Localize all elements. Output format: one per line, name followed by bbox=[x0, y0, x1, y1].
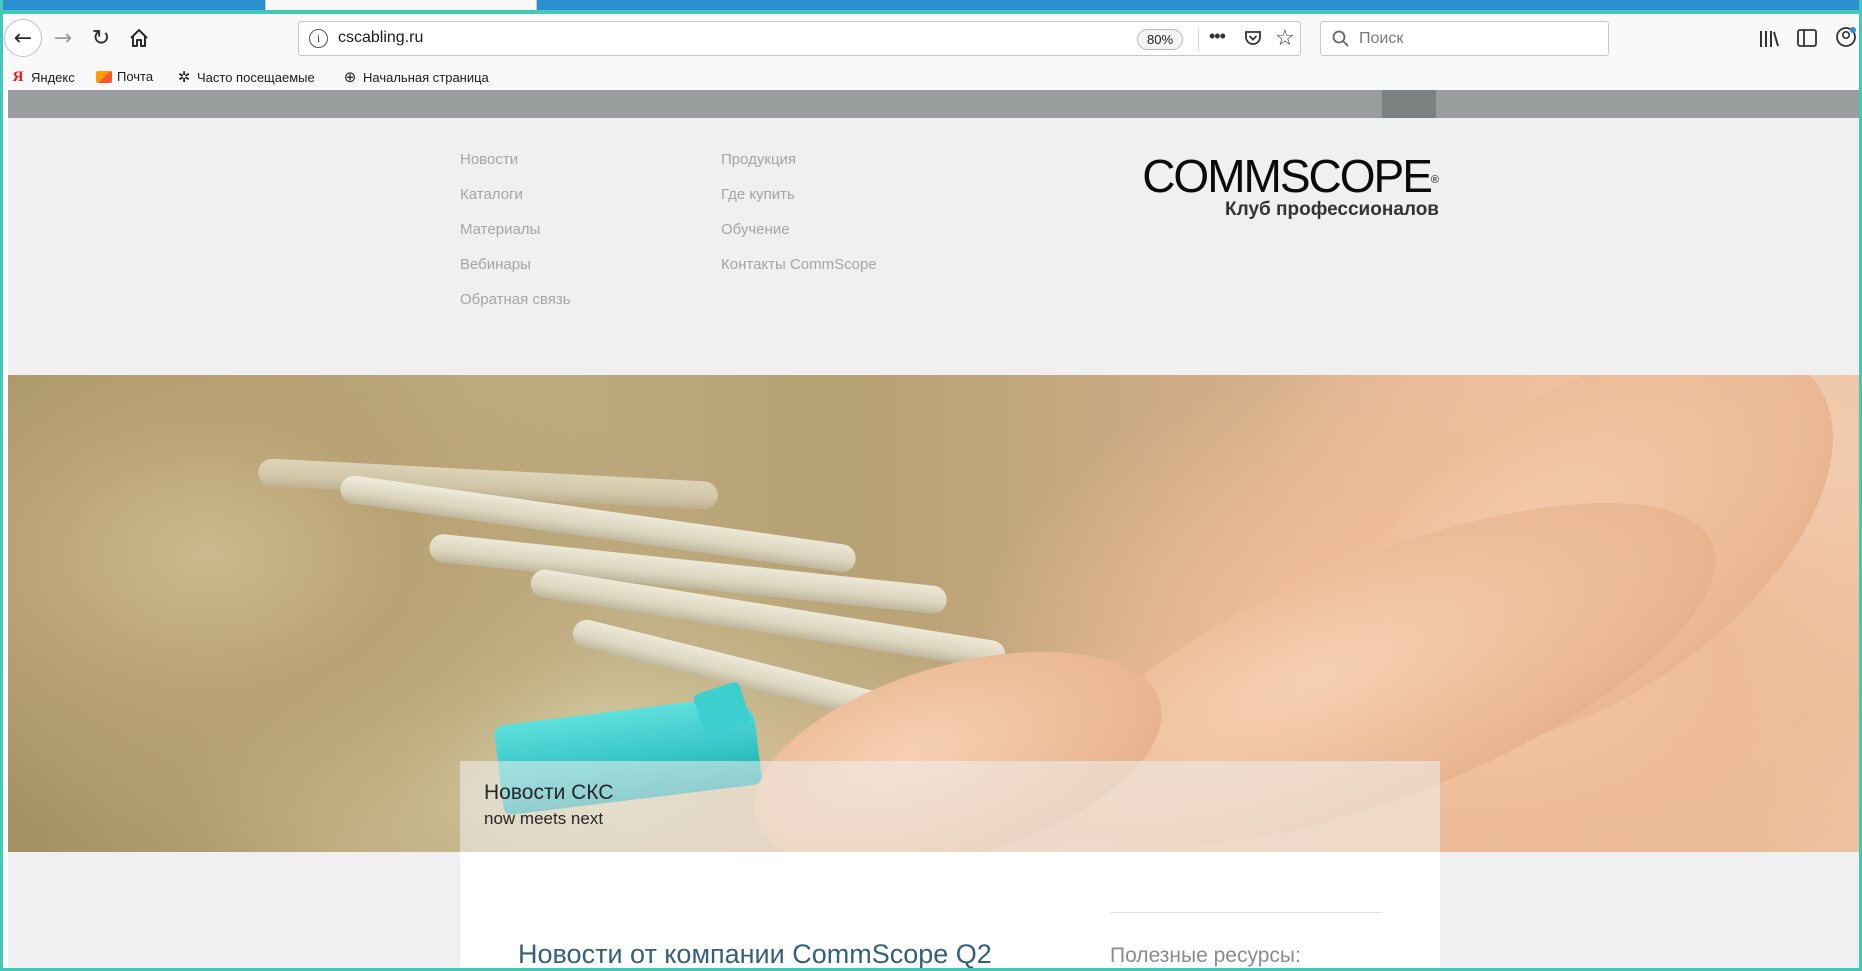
resources-heading: Полезные ресурсы: bbox=[1110, 944, 1301, 967]
home-icon bbox=[130, 29, 148, 47]
bookmarks-bar: Я Яндекс Почта ✲ Часто посещаемые ⊕ Начальн… bbox=[0, 66, 1862, 90]
site-nav-column-2: Продукция Где купить Обучение Контакты C… bbox=[721, 142, 877, 282]
zoom-level-badge[interactable]: 80% bbox=[1137, 29, 1183, 50]
registered-mark: ® bbox=[1430, 174, 1439, 186]
hero-title: Новости СКС bbox=[484, 781, 614, 804]
library-icon[interactable] bbox=[1758, 29, 1780, 49]
nav-link-feedback[interactable]: Обратная связь bbox=[460, 282, 571, 317]
yandex-icon: Я bbox=[12, 69, 24, 85]
nav-link-webinars[interactable]: Вебинары bbox=[460, 247, 571, 282]
nav-link-catalogs[interactable]: Каталоги bbox=[460, 177, 571, 212]
nav-link-news[interactable]: Новости bbox=[460, 142, 571, 177]
bookmark-frequent[interactable]: ✲ Часто посещаемые bbox=[176, 69, 315, 85]
news-heading[interactable]: Новости от компании CommScope Q2 bbox=[518, 939, 992, 970]
logo-wordmark-text: COMMSCOPE bbox=[1142, 150, 1433, 202]
search-bar[interactable]: Поиск bbox=[1320, 21, 1609, 56]
bookmark-yandex[interactable]: Я Яндекс bbox=[10, 69, 75, 85]
bookmark-label: Яндекс bbox=[31, 69, 75, 85]
arrow-left-icon: ← bbox=[13, 25, 33, 51]
nav-link-materials[interactable]: Материалы bbox=[460, 212, 571, 247]
site-nav-column-1: Новости Каталоги Материалы Вебинары Обра… bbox=[460, 142, 571, 317]
bookmark-start-page[interactable]: ⊕ Начальная страница bbox=[342, 69, 489, 85]
search-icon bbox=[1332, 30, 1349, 47]
reload-icon: ↻ bbox=[91, 25, 111, 51]
address-bar[interactable]: i cscabling.ru 80% ••• ☆ bbox=[298, 21, 1301, 56]
logo-subtitle: Клуб профессионалов bbox=[1225, 199, 1439, 220]
commscope-logo[interactable]: COMMSCOPE® Клуб профессионалов bbox=[1137, 153, 1439, 221]
mail-icon bbox=[96, 70, 112, 83]
url-text[interactable]: cscabling.ru bbox=[338, 29, 423, 47]
hero-banner: Новости СКС now meets next bbox=[8, 375, 1862, 852]
more-actions-icon[interactable]: ••• bbox=[1209, 26, 1226, 47]
sidebar-icon[interactable] bbox=[1797, 29, 1817, 47]
bookmark-label: Начальная страница bbox=[363, 69, 489, 85]
search-placeholder[interactable]: Поиск bbox=[1359, 30, 1403, 48]
address-bar-divider bbox=[1198, 28, 1199, 51]
pocket-icon[interactable] bbox=[1243, 28, 1263, 48]
sidebar-divider bbox=[1110, 912, 1382, 913]
navigation-toolbar: ← → ↻ i cscabling.ru 80% ••• ☆ Поиск bbox=[0, 14, 1862, 66]
site-top-bar bbox=[8, 90, 1862, 118]
globe-icon: ⊕ bbox=[343, 68, 357, 86]
bookmark-star-icon[interactable]: ☆ bbox=[1275, 26, 1295, 51]
tab-strip bbox=[0, 0, 1862, 14]
hero-subtitle: now meets next bbox=[484, 809, 604, 828]
bookmark-label: Почта bbox=[117, 69, 154, 84]
nav-link-training[interactable]: Обучение bbox=[721, 212, 877, 247]
arrow-right-icon: → bbox=[53, 25, 73, 51]
back-button[interactable]: ← bbox=[4, 19, 42, 57]
bookmark-label: Часто посещаемые bbox=[197, 69, 315, 85]
site-top-bar-block bbox=[1382, 90, 1436, 118]
forward-button[interactable]: → bbox=[46, 21, 80, 55]
content-area: Новости от компании CommScope Q2 Полезны… bbox=[460, 852, 1440, 971]
home-button[interactable] bbox=[122, 21, 156, 55]
logo-wordmark: COMMSCOPE® bbox=[1137, 153, 1439, 199]
nav-link-contacts[interactable]: Контакты CommScope bbox=[721, 247, 877, 282]
gear-icon: ✲ bbox=[177, 68, 191, 86]
tab-strip-border bbox=[0, 10, 1862, 14]
info-icon[interactable]: i bbox=[309, 29, 328, 48]
account-icon[interactable] bbox=[1835, 26, 1857, 48]
hero-caption[interactable]: Новости СКС now meets next bbox=[460, 761, 1440, 852]
reload-button[interactable]: ↻ bbox=[84, 21, 118, 55]
web-page: Новости Каталоги Материалы Вебинары Обра… bbox=[8, 90, 1862, 971]
bookmark-mail[interactable]: Почта bbox=[96, 69, 153, 84]
nav-link-products[interactable]: Продукция bbox=[721, 142, 877, 177]
nav-link-where-to-buy[interactable]: Где купить bbox=[721, 177, 877, 212]
